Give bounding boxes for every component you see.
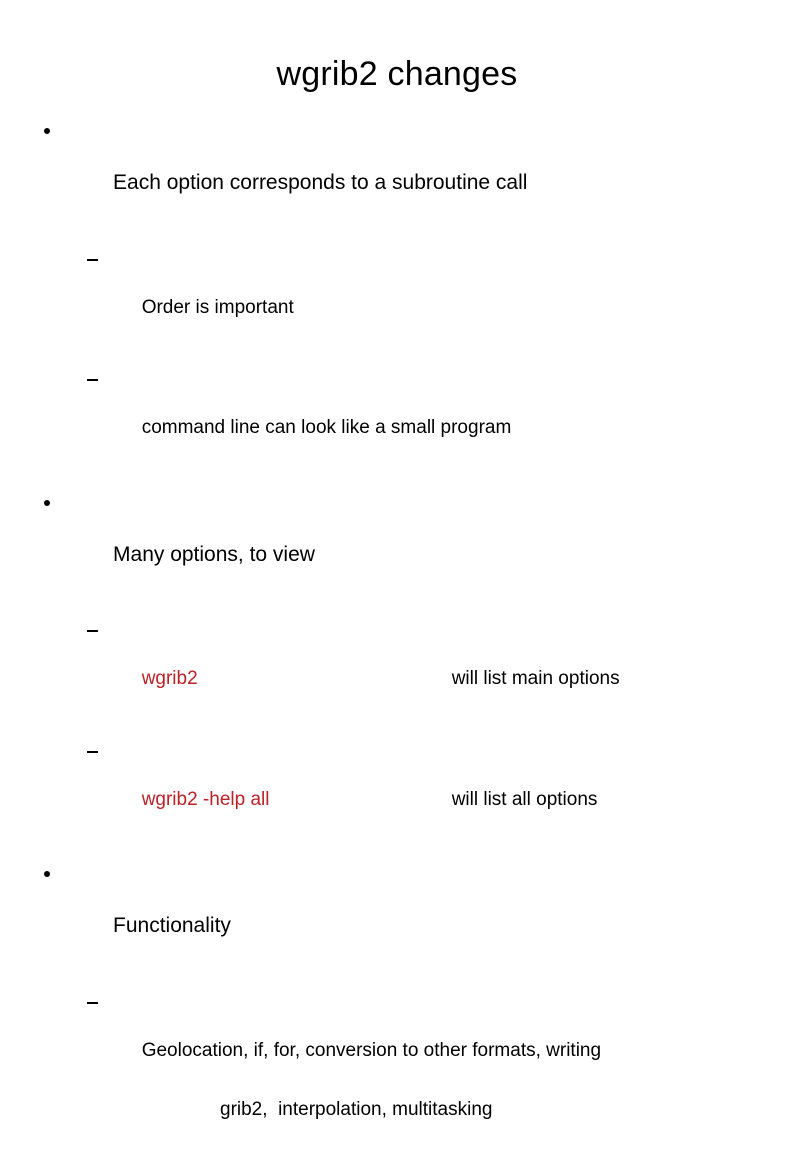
bullet-text: Each option corresponds to a subroutine … xyxy=(113,171,528,194)
bullet-text: Functionality xyxy=(113,914,231,937)
command-description: will list main options xyxy=(451,668,620,689)
command-description: will list all options xyxy=(451,789,598,810)
bullet-item-command-line: command line can look like a small progr… xyxy=(0,368,794,464)
bullet-dot-icon xyxy=(44,500,50,506)
bullet-item-order-is-important: Order is important xyxy=(0,248,794,344)
bullet-text: command line can look like a small progr… xyxy=(141,417,512,438)
bullet-item-each-option: Each option corresponds to a subroutine … xyxy=(0,118,794,222)
bullet-item-functionality: Functionality xyxy=(0,861,794,965)
slide: wgrib2 changes Each option corresponds t… xyxy=(0,0,794,1120)
bullet-dash-icon xyxy=(87,751,98,753)
bullet-dash-icon xyxy=(87,379,98,381)
bullet-item-geolocation: Geolocation, if, for, conversion to othe… xyxy=(0,991,794,1170)
bullet-item-many-options: Many options, to view xyxy=(0,490,794,594)
bullet-text-line-2: grib2, interpolation, multitasking xyxy=(220,1099,493,1120)
bullet-dot-icon xyxy=(44,128,50,134)
bullet-dash-icon xyxy=(87,630,98,632)
page-title: wgrib2 changes xyxy=(276,55,518,93)
bullet-text: Many options, to view xyxy=(113,543,315,566)
bullet-item-wgrib2-help-all-command: wgrib2 -help all will list all options xyxy=(0,740,794,836)
bullet-text: Order is important xyxy=(141,297,294,318)
bullet-dash-icon xyxy=(87,1002,98,1004)
bullet-item-wgrib2-command: wgrib2 will list main options xyxy=(0,619,794,715)
bullet-dot-icon xyxy=(44,871,50,877)
bullet-text-line-1: Geolocation, if, for, conversion to othe… xyxy=(141,1040,602,1061)
command-text-wgrib2-help-all: wgrib2 -help all xyxy=(141,789,270,810)
bullet-dash-icon xyxy=(87,259,98,261)
command-text-wgrib2: wgrib2 xyxy=(141,668,198,689)
slide-body: Each option corresponds to a subroutine … xyxy=(0,118,794,1170)
